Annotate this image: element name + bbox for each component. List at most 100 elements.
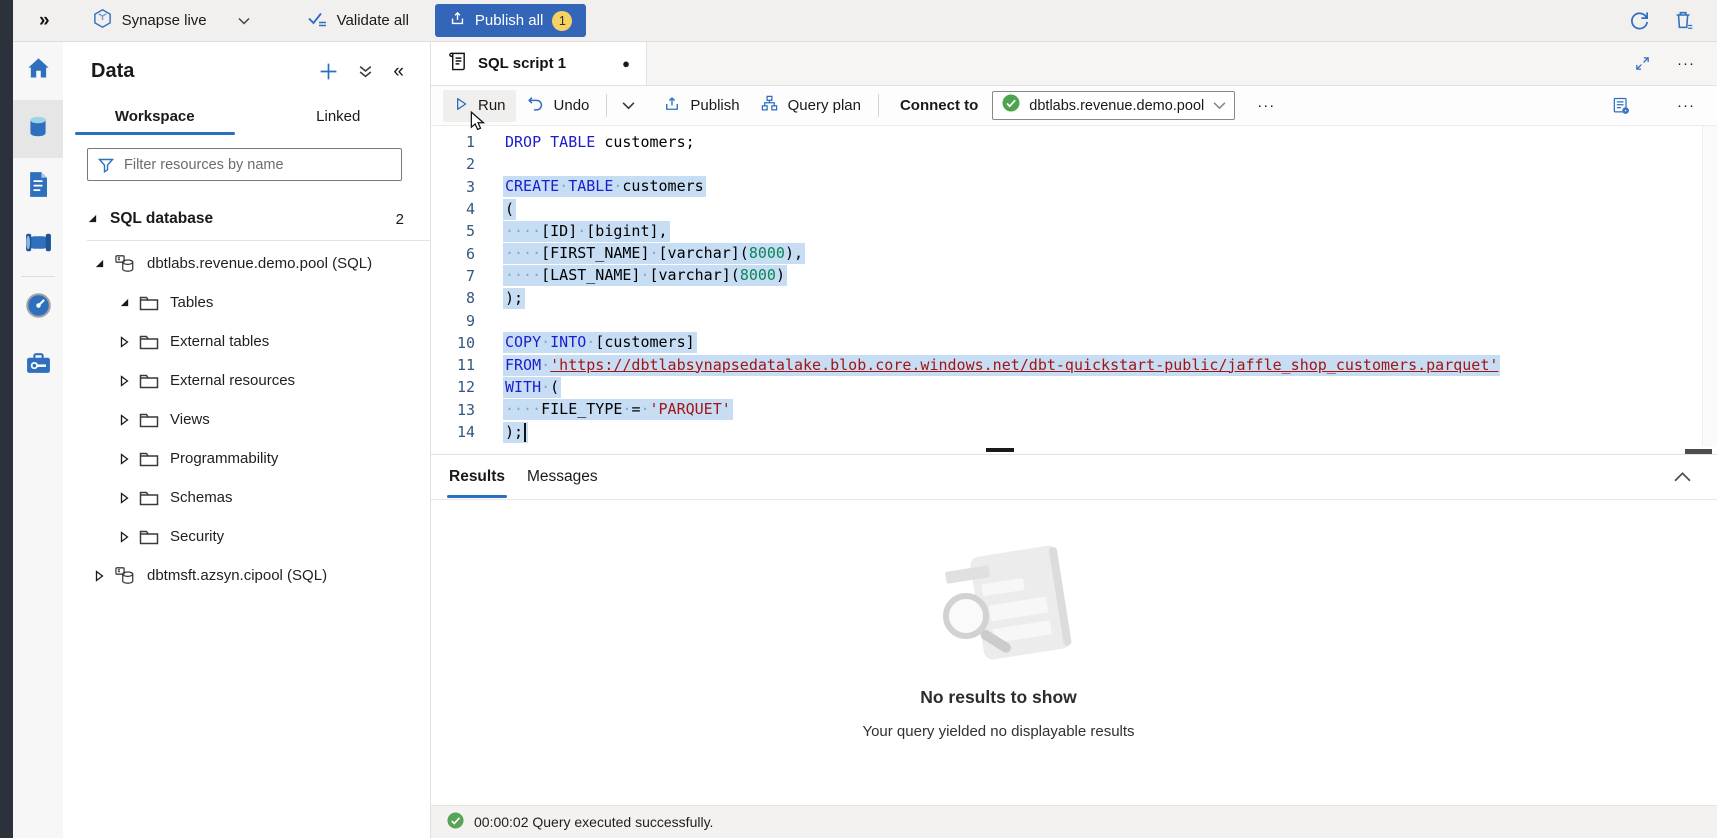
nav-manage[interactable]	[13, 337, 63, 395]
publish-all-icon	[449, 10, 466, 31]
nav-develop[interactable]	[13, 158, 63, 216]
code-line[interactable]: 11FROM·'https://dbtlabsynapsedatalake.bl…	[431, 354, 1717, 376]
collapse-panel-icon[interactable]: «	[393, 62, 404, 81]
expander-icon[interactable]	[118, 297, 130, 308]
toolbar-more-icon[interactable]: ···	[1257, 97, 1275, 114]
tree-node[interactable]: Schemas	[63, 478, 430, 517]
undo-icon	[526, 94, 545, 117]
line-number[interactable]: 7	[431, 267, 475, 285]
line-number[interactable]: 6	[431, 245, 475, 263]
expander-icon[interactable]	[93, 258, 105, 269]
tab-linked[interactable]: Linked	[247, 99, 431, 135]
tree-node[interactable]: dbtlabs.revenue.demo.pool (SQL)	[63, 244, 430, 283]
query-status-bar: 00:00:02 Query executed successfully.	[431, 805, 1717, 838]
nav-home[interactable]	[13, 42, 63, 100]
collapse-all-icon[interactable]	[358, 64, 373, 79]
code-line[interactable]: 13····FILE_TYPE·=·'PARQUET'	[431, 399, 1717, 421]
undo-dropdown-chevron-icon[interactable]	[614, 101, 643, 110]
nav-data[interactable]	[13, 100, 63, 158]
tab-sql-script-1[interactable]: SQL script 1 ●	[431, 42, 647, 85]
manage-icon	[25, 351, 52, 381]
tab-results[interactable]: Results	[445, 456, 509, 498]
tree-node[interactable]: Tables	[63, 283, 430, 322]
code-line[interactable]: 8);	[431, 287, 1717, 309]
expander-icon[interactable]	[118, 531, 130, 543]
line-number[interactable]: 3	[431, 178, 475, 196]
validate-label: Validate all	[337, 12, 409, 29]
code-line[interactable]: 6····[FIRST_NAME]·[varchar](8000),	[431, 242, 1717, 264]
line-number[interactable]: 12	[431, 378, 475, 396]
mode-switcher[interactable]: Synapse live	[92, 8, 250, 33]
code-line[interactable]: 7····[LAST_NAME]·[varchar](8000)	[431, 265, 1717, 287]
code-line[interactable]: 1DROP TABLE customers;	[431, 131, 1717, 153]
tab-more-icon[interactable]: ···	[1677, 55, 1695, 72]
code-line[interactable]: 2	[431, 153, 1717, 175]
nav-integrate[interactable]	[13, 216, 63, 274]
splitter-handle[interactable]	[986, 448, 1014, 452]
line-number[interactable]: 2	[431, 155, 475, 173]
code-line[interactable]: 4(	[431, 198, 1717, 220]
discard-trash-icon[interactable]	[1673, 9, 1695, 32]
code-line[interactable]: 3CREATE·TABLE·customers	[431, 176, 1717, 198]
code-line[interactable]: 5····[ID]·[bigint],	[431, 220, 1717, 242]
tree-node[interactable]: External resources	[63, 361, 430, 400]
horizontal-scrollbar-thumb[interactable]	[1685, 449, 1712, 454]
tree-node[interactable]: Programmability	[63, 439, 430, 478]
tree-node[interactable]: Views	[63, 400, 430, 439]
tab-workspace[interactable]: Workspace	[63, 99, 247, 135]
code-line[interactable]: 12WITH·(	[431, 376, 1717, 398]
tree-node-label: dbtlabs.revenue.demo.pool (SQL)	[147, 255, 372, 272]
status-text: 00:00:02 Query executed successfully.	[474, 814, 713, 830]
line-number[interactable]: 4	[431, 200, 475, 218]
collapse-results-chevron-icon[interactable]	[1674, 471, 1691, 482]
line-number[interactable]: 1	[431, 133, 475, 151]
connect-pool-dropdown[interactable]: dbtlabs.revenue.demo.pool	[992, 91, 1235, 120]
publish-button[interactable]: Publish	[653, 89, 749, 123]
code-line[interactable]: 9	[431, 309, 1717, 331]
publish-all-button[interactable]: Publish all 1	[435, 4, 586, 37]
expander-icon[interactable]	[118, 414, 130, 426]
run-button[interactable]: Run	[443, 90, 516, 122]
tree-node[interactable]: Security	[63, 517, 430, 556]
code-line[interactable]: 14);	[431, 421, 1717, 443]
query-plan-button[interactable]: Query plan	[750, 88, 871, 123]
expander-icon[interactable]	[118, 336, 130, 348]
toolbar-right-more-icon[interactable]: ···	[1677, 97, 1695, 114]
tab-messages[interactable]: Messages	[523, 456, 602, 498]
expander-icon[interactable]	[118, 492, 130, 504]
line-number[interactable]: 10	[431, 334, 475, 352]
line-number[interactable]: 8	[431, 289, 475, 307]
line-number[interactable]: 9	[431, 312, 475, 330]
expander-icon[interactable]	[118, 375, 130, 387]
sql-code-editor[interactable]: 1DROP TABLE customers; 2 3CREATE·TABLE·cus…	[431, 126, 1717, 447]
line-number[interactable]: 14	[431, 423, 475, 441]
refresh-icon[interactable]	[1628, 9, 1651, 32]
expander-icon[interactable]	[118, 453, 130, 465]
left-nav-rail	[13, 42, 63, 838]
code-line[interactable]: 10COPY·INTO·[customers]	[431, 332, 1717, 354]
tree-node-label: Views	[170, 411, 210, 428]
expand-menu-icon[interactable]: »	[39, 10, 50, 32]
validate-all-button[interactable]: Validate all	[306, 9, 409, 33]
tree-node[interactable]: External tables	[63, 322, 430, 361]
line-number[interactable]: 11	[431, 356, 475, 374]
line-number[interactable]: 13	[431, 401, 475, 419]
expander-icon[interactable]	[87, 211, 98, 228]
undo-button[interactable]: Undo	[516, 88, 600, 123]
expand-editor-icon[interactable]	[1634, 55, 1651, 72]
toolbar-divider	[606, 94, 607, 117]
properties-icon[interactable]	[1611, 96, 1631, 116]
add-resource-icon[interactable]	[319, 62, 338, 81]
tree-root-sql-database[interactable]: SQL database 2	[63, 201, 430, 237]
expander-icon[interactable]	[93, 570, 105, 582]
nav-monitor[interactable]	[13, 279, 63, 337]
panel-splitter[interactable]	[431, 447, 1717, 454]
publish-count-badge: 1	[552, 11, 572, 31]
filter-resources-input[interactable]	[87, 148, 402, 181]
tree-node[interactable]: dbtmsft.azsyn.cipool (SQL)	[63, 556, 430, 595]
chevron-down-icon[interactable]	[238, 17, 250, 25]
editor-scrollbar[interactable]	[1702, 126, 1717, 447]
develop-icon	[26, 171, 50, 203]
folder-icon	[139, 334, 159, 350]
line-number[interactable]: 5	[431, 222, 475, 240]
